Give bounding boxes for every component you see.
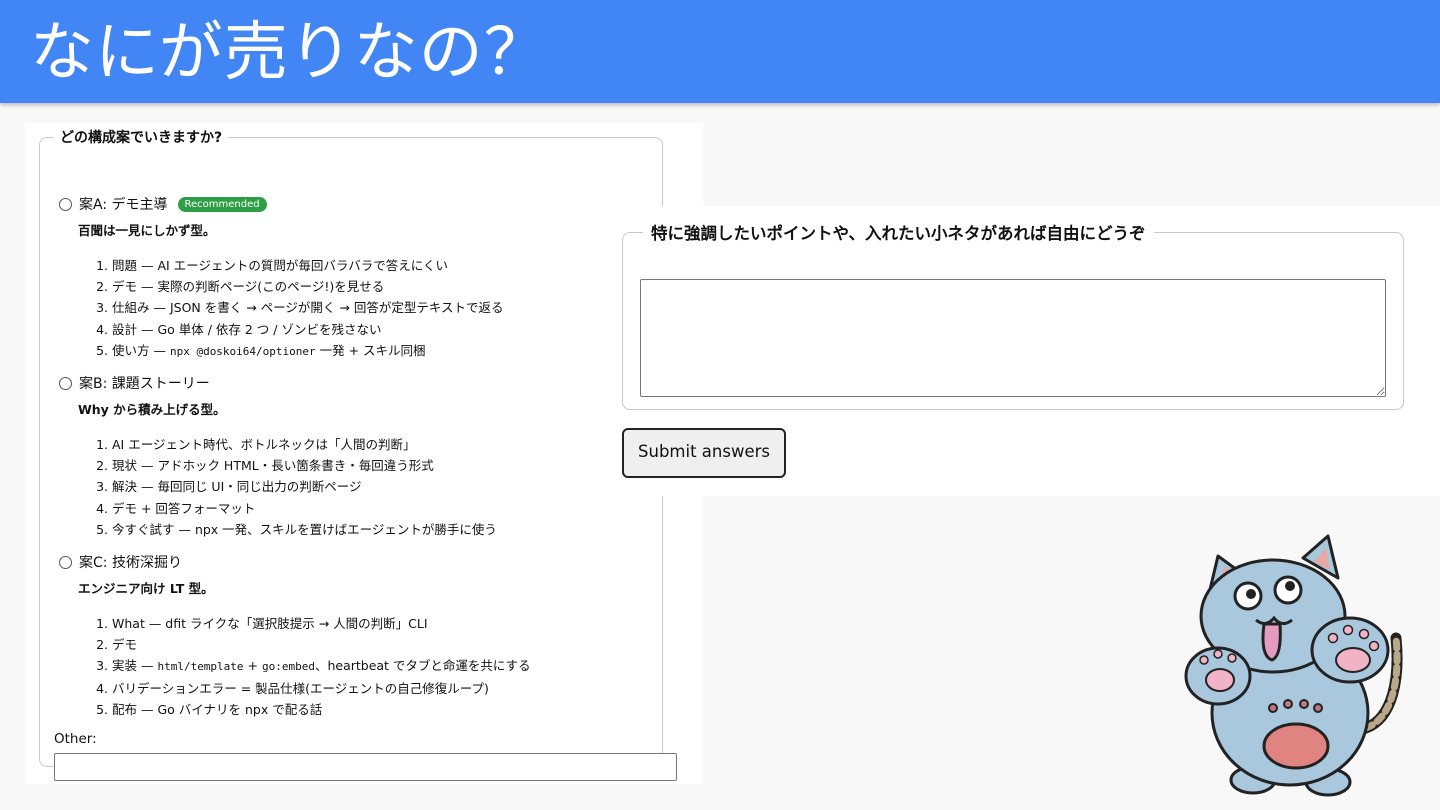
form-panel-notes: 特に強調したいポイントや、入れたい小ネタがあれば自由にどうぞ Submit an… xyxy=(606,206,1440,496)
list-item: デモ — 実際の判断ページ(このページ!)を見せる xyxy=(112,276,503,297)
cat-mascot-icon xyxy=(1184,534,1403,797)
option-b[interactable]: 案B: 課題ストーリー Why から積み上げる型。 AI エージェント時代、ボト… xyxy=(59,373,497,540)
title-banner: なにが売りなの？ xyxy=(0,0,1440,103)
option-a-subtitle: 百聞は一見にしかず型。 xyxy=(78,223,216,238)
list-item: 解決 — 毎回同じ UI・同じ出力の判断ページ xyxy=(112,476,497,497)
list-item: 設計 — Go 単体 / 依存 2 つ / ゾンビを残さない xyxy=(112,319,503,340)
radio-icon[interactable] xyxy=(59,197,72,211)
question-structure-fieldset: どの構成案でいきますか? 案A: デモ主導 Recommended 百聞は一見に… xyxy=(39,127,677,781)
option-b-label: 案B: 課題ストーリー xyxy=(79,376,210,392)
option-b-subtitle: Why から積み上げる型。 xyxy=(78,402,226,417)
code-snippet: go:embed xyxy=(261,660,315,674)
other-label: Other: xyxy=(54,731,97,747)
list-item: 現状 — アドホック HTML・長い箇条書き・毎回違う形式 xyxy=(112,455,497,476)
list-item: 実装 — html/template + go:embed、heartbeat … xyxy=(112,655,531,677)
recommended-badge: Recommended xyxy=(177,196,267,212)
form-panel-options: どの構成案でいきますか? 案A: デモ主導 Recommended 百聞は一見に… xyxy=(25,122,703,784)
option-a[interactable]: 案A: デモ主導 Recommended 百聞は一見にしかず型。 問題 — AI… xyxy=(59,194,503,362)
option-c[interactable]: 案C: 技術深掘り エンジニア向け LT 型。 What — dfit ライクな… xyxy=(59,552,531,720)
other-input[interactable] xyxy=(54,753,677,781)
list-item: 配布 — Go バイナリを npx で配る話 xyxy=(112,699,531,720)
list-item: 使い方 — npx @doskoi64/optioner 一発 + スキル同梱 xyxy=(112,340,503,362)
code-snippet: html/template xyxy=(157,660,244,674)
radio-icon[interactable] xyxy=(59,555,72,569)
notes-legend: 特に強調したいポイントや、入れたい小ネタがあれば自由にどうぞ xyxy=(651,224,1146,243)
slide-title: なにが売りなの？ xyxy=(30,16,549,90)
notes-fieldset: 特に強調したいポイントや、入れたい小ネタがあれば自由にどうぞ xyxy=(622,220,1404,410)
option-c-subtitle: エンジニア向け LT 型。 xyxy=(78,581,214,596)
question-structure-legend: どの構成案でいきますか? xyxy=(60,130,223,146)
list-item: バリデーションエラー = 製品仕様(エージェントの自己修復ループ) xyxy=(112,678,531,699)
option-a-label: 案A: デモ主導 xyxy=(79,197,168,213)
list-item: 今すぐ試す — npx 一発、スキルを置けばエージェントが勝手に使う xyxy=(112,519,497,540)
notes-textarea[interactable] xyxy=(640,279,1386,397)
list-item: デモ + 回答フォーマット xyxy=(112,498,497,519)
list-item: What — dfit ライクな「選択肢提示 → 人間の判断」CLI xyxy=(112,613,531,634)
submit-button[interactable]: Submit answers xyxy=(622,428,786,478)
list-item: AI エージェント時代、ボトルネックは「人間の判断」 xyxy=(112,434,497,455)
radio-icon[interactable] xyxy=(59,376,72,390)
option-a-list: 問題 — AI エージェントの質問が毎回バラバラで答えにくい デモ — 実際の判… xyxy=(59,255,503,362)
option-c-list: What — dfit ライクな「選択肢提示 → 人間の判断」CLI デモ 実装… xyxy=(59,613,531,720)
option-c-label: 案C: 技術深掘り xyxy=(79,555,182,571)
list-item: デモ xyxy=(112,634,531,655)
list-item: 問題 — AI エージェントの質問が毎回バラバラで答えにくい xyxy=(112,255,503,276)
code-snippet: npx @doskoi64/optioner xyxy=(169,344,316,358)
option-b-list: AI エージェント時代、ボトルネックは「人間の判断」 現状 — アドホック HT… xyxy=(59,434,497,540)
list-item: 仕組み — JSON を書く → ページが開く → 回答が定型テキストで返る xyxy=(112,297,503,318)
